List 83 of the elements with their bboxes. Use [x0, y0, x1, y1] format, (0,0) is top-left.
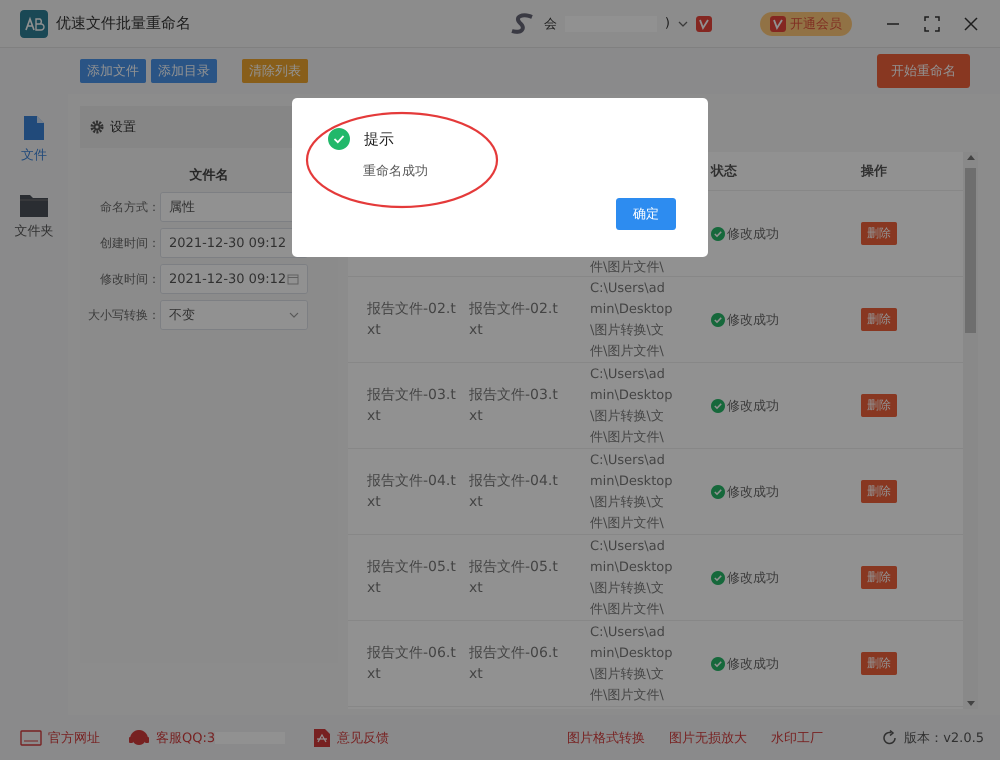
status-text: 修改成功 [727, 226, 779, 242]
table-cell-text: C:\Users\admin\Desktop\图片转换\文件\图片文件\ [590, 452, 674, 532]
delete-button[interactable]: 删除 [861, 652, 897, 675]
table-cell-text: 报告文件-04.txt [469, 472, 558, 512]
status-text: 修改成功 [727, 656, 779, 672]
delete-button[interactable]: 删除 [861, 480, 897, 503]
table-cell-text: 报告文件-06.txt [469, 644, 558, 684]
field-label: 大小写转换： [87, 306, 160, 324]
user-name[interactable]: 会 [544, 14, 557, 32]
status-text: 修改成功 [727, 398, 779, 414]
column-header: 状态 [711, 163, 737, 180]
chevron-down-icon [289, 311, 299, 319]
document-icon [313, 728, 332, 748]
select-field[interactable]: 不变 [160, 300, 308, 330]
table-cell-text: 报告文件-06.txt [367, 644, 456, 684]
table-cell-text: 件\图片文件\ [590, 260, 665, 275]
column-header: 操作 [861, 164, 887, 179]
gear-icon [90, 120, 104, 134]
dialog-title: 提示 [364, 130, 394, 148]
delete-button[interactable]: 删除 [861, 566, 897, 589]
table-cell-text: 报告文件-02.txt [367, 300, 456, 340]
table-cell-text: C:\Users\admin\Desktop\图片转换\文件\图片文件\ [590, 624, 674, 704]
check-circle-icon [711, 226, 725, 240]
toolbar-button[interactable]: 添加文件 [80, 59, 146, 83]
footer-link[interactable]: 客服QQ:3 [156, 728, 216, 746]
vip-button[interactable]: 开通会员 [760, 12, 852, 36]
check-circle-icon [711, 484, 725, 498]
table-cell-text: 报告文件-05.txt [469, 558, 558, 598]
table-cell-text: 报告文件-04.txt [367, 472, 456, 512]
app-logo-icon [20, 10, 48, 38]
delete-button[interactable]: 删除 [861, 394, 897, 417]
sidebar-item[interactable]: 文件夹 [14, 192, 54, 240]
vip-badge-icon [696, 16, 712, 32]
footer-link[interactable]: 水印工厂 [771, 728, 824, 746]
footer-link[interactable]: 图片格式转换 [567, 728, 646, 746]
check-circle-icon [711, 398, 725, 412]
file-icon [22, 114, 46, 142]
calendar-icon [287, 273, 299, 285]
delete-button[interactable]: 删除 [861, 222, 897, 245]
field-label: 命名方式： [99, 198, 160, 216]
table-cell-text: 报告文件-05.txt [367, 558, 456, 598]
start-rename-button[interactable]: 开始重命名 [877, 54, 970, 88]
table-cell-text: 报告文件-03.txt [367, 386, 456, 426]
field-label: 创建时间： [99, 234, 160, 252]
check-circle-icon [711, 656, 725, 670]
date-field[interactable]: 2021-12-30 09:12 [160, 264, 308, 294]
status-text: 修改成功 [727, 570, 779, 586]
footer-link[interactable]: 意见反馈 [337, 728, 390, 746]
web-icon [20, 730, 42, 746]
scrollbar-thumb[interactable] [965, 168, 976, 333]
field-label: 修改时间： [99, 270, 160, 288]
sidebar-item[interactable]: 文件 [21, 114, 47, 164]
vip-badge-icon [770, 16, 786, 32]
status-text: 修改成功 [727, 484, 779, 500]
version-text: 版本：v2.0.5 [904, 730, 984, 746]
section-title: 文件名 [190, 166, 228, 184]
user-name-end: ) [664, 16, 670, 31]
close-icon[interactable] [964, 16, 978, 30]
status-text: 修改成功 [727, 312, 779, 328]
confirm-button[interactable]: 确定 [616, 198, 676, 230]
success-icon [328, 128, 350, 150]
input-field[interactable]: 2021-12-30 09:12 [160, 228, 308, 258]
toolbar-button[interactable]: 清除列表 [242, 59, 308, 83]
delete-button[interactable]: 删除 [861, 308, 897, 331]
footer-link[interactable]: 官方网址 [48, 728, 100, 746]
settings-title: 设置 [110, 119, 136, 136]
check-circle-icon [711, 312, 725, 326]
footer-link[interactable]: 图片无损放大 [669, 728, 748, 746]
table-cell-text: C:\Users\admin\Desktop\图片转换\文件\图片文件\ [590, 280, 674, 360]
chevron-down-icon[interactable] [678, 20, 688, 28]
scroll-down-icon[interactable] [966, 701, 974, 707]
toolbar-button[interactable]: 添加目录 [151, 59, 217, 83]
dialog-message: 重命名成功 [363, 163, 429, 180]
check-circle-icon [711, 570, 725, 584]
table-cell-text: 报告文件-02.txt [469, 300, 558, 340]
folder-icon [19, 192, 49, 218]
table-cell-text: C:\Users\admin\Desktop\图片转换\文件\图片文件\ [590, 366, 674, 446]
scroll-up-icon[interactable] [966, 154, 974, 160]
table-cell-text: 报告文件-03.txt [469, 386, 558, 426]
maximize-icon[interactable] [924, 16, 940, 32]
table-cell-text: C:\Users\admin\Desktop\图片转换\文件\图片文件\ [590, 538, 674, 618]
window-title: 优速文件批量重命名 [56, 14, 191, 33]
refresh-icon[interactable] [882, 730, 898, 746]
